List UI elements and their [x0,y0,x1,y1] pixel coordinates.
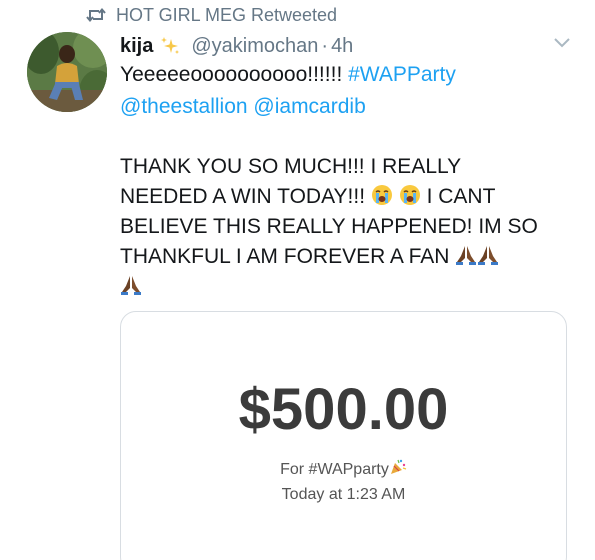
crying-face-icon [399,184,421,206]
payment-date: Today at 1:23 AM [281,486,406,503]
tweet-text: NEEDED A WIN TODAY!!! [120,185,371,208]
crying-face-icon [371,184,393,206]
tweet-header: kija @yakimochan · 4h [120,32,353,60]
praying-hands-icon [120,274,142,296]
hashtag-link[interactable]: #WAPParty [348,63,456,86]
praying-hands-icon [477,244,499,266]
tweet-text-line-5: BELIEVE THIS REALLY HAPPENED! IM SO [120,215,538,238]
payment-note: For #WAPparty [121,458,566,479]
tweet[interactable]: HOT GIRL MEG Retweeted kija @yakimochan [0,0,595,560]
sparkles-icon [159,35,181,57]
display-name[interactable]: kija [120,35,153,58]
tweet-text: THANKFUL I AM FOREVER A FAN [120,245,456,268]
tweet-text-line-6: THANKFUL I AM FOREVER A FAN [120,242,499,272]
tweet-text: I CANT [420,185,496,208]
tweet-text-line-4: NEEDED A WIN TODAY!!! I CANT [120,182,495,212]
avatar[interactable] [27,32,107,112]
payment-note-text: For #WAPparty [280,461,389,478]
retweet-label: HOT GIRL MEG Retweeted [116,4,338,25]
tweet-text: Yeeeeeoooooooooo!!!!!! [120,63,349,86]
separator-dot: · [321,34,329,57]
tweet-text-line-2: @theestallion @iamcardib [120,92,366,122]
tweet-timestamp[interactable]: 4h [331,35,353,58]
payment-card[interactable]: $500.00 For #WAPparty Today at 1:23 AM [120,311,567,560]
tweet-text-line-1: Yeeeeeoooooooooo!!!!!! #WAPParty [120,60,456,90]
mention-link[interactable]: @theestallion [120,95,248,118]
retweet-context[interactable]: HOT GIRL MEG Retweeted [86,4,337,26]
party-popper-icon [389,458,407,476]
mention-link[interactable]: @iamcardib [253,95,365,118]
payment-amount: $500.00 [238,377,449,442]
tweet-text-line-3: THANK YOU SO MUCH!!! I REALLY [120,155,462,178]
chevron-down-icon[interactable] [552,36,572,50]
user-handle[interactable]: @yakimochan [191,35,318,58]
retweet-icon [86,5,106,25]
praying-hands-icon [455,244,477,266]
tweet-text-line-7 [120,272,142,302]
